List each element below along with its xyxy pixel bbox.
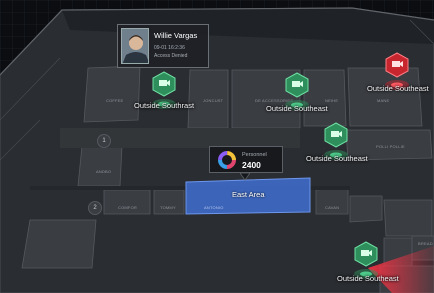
camera-label: Outside Southeast [306, 154, 368, 163]
zone-marker[interactable]: 2 [88, 201, 102, 215]
camera-label: Outside Southeast [266, 104, 328, 113]
camera-label: Outside Southrast [134, 101, 195, 110]
person-access-card[interactable]: Willie Vargas 09-01 16:2:36 Access Denie… [117, 24, 209, 68]
room-label: JONCUST [203, 98, 224, 103]
room-label: ANDBO [96, 169, 112, 174]
personnel-count-card[interactable]: Personnel 2400 [209, 146, 283, 173]
avatar [121, 28, 149, 64]
personnel-count: 2400 [242, 160, 261, 170]
room-label: BREAD [418, 241, 433, 246]
room-label: COFFEE [106, 98, 124, 103]
access-status: Access Denied [154, 53, 188, 59]
zone-marker[interactable]: 1 [97, 134, 111, 148]
room-label: NEIHE [325, 98, 339, 103]
room-label: CAVAN [325, 205, 340, 210]
room-label: ANTONIO [204, 205, 224, 210]
pin-pointer-icon [240, 173, 250, 181]
room-label: COMFOR [118, 205, 137, 210]
area-name[interactable]: East Area [232, 190, 265, 199]
person-name: Willie Vargas [154, 31, 198, 40]
room-label: TOMMY [160, 205, 176, 210]
floor-plan-view[interactable]: COFFEE JONCUST DE ACCESSORIES NEIHE MANE… [0, 0, 434, 293]
room-label: MANE [377, 98, 390, 103]
camera-label: Outside Southeast [367, 84, 429, 93]
access-timestamp: 09-01 16:2:36 [154, 45, 185, 51]
camera-label: Outside Southeast [337, 274, 399, 283]
personnel-label: Personnel [242, 152, 267, 158]
room-label: POLLI POLLIE [376, 144, 405, 149]
donut-chart-icon [218, 151, 236, 169]
